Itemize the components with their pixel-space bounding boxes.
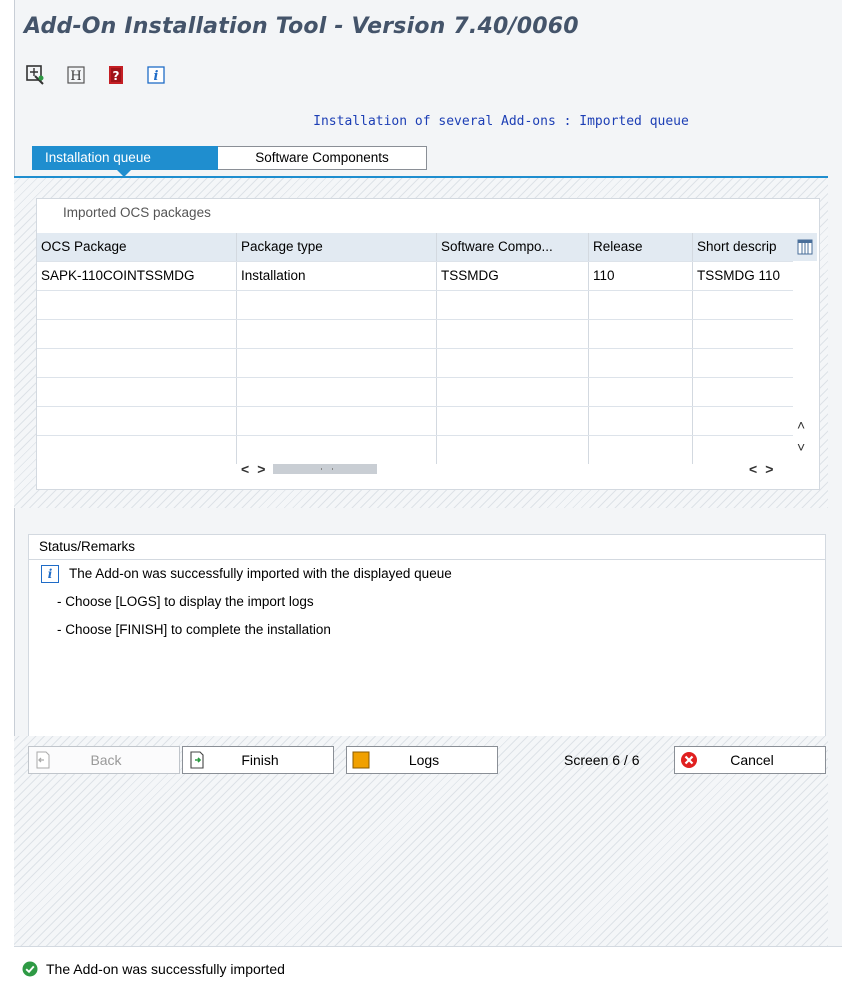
toolbar: H ? i [22, 60, 170, 90]
status-line: i The Add-on was successfully imported w… [29, 560, 825, 588]
status-text: The Add-on was successfully imported wit… [69, 566, 452, 581]
left-frame [0, 0, 14, 989]
table-header-row: OCS Package Package type Software Compo.… [37, 233, 793, 262]
column-header[interactable]: Release [589, 233, 693, 261]
svg-text:?: ? [113, 69, 120, 83]
info-icon[interactable]: i [142, 61, 170, 89]
cancel-icon [679, 750, 699, 770]
svg-text:H: H [70, 69, 81, 84]
column-header[interactable]: OCS Package [37, 233, 237, 261]
table-cell: SAPK-110COINTSSMDG [37, 262, 237, 290]
status-bar: The Add-on was successfully imported [14, 946, 842, 990]
status-remarks-panel: Status/Remarks i The Add-on was successf… [28, 534, 826, 738]
tab-software-components[interactable]: Software Components [218, 146, 427, 170]
help-book-icon[interactable]: ? [102, 61, 130, 89]
table-row-empty[interactable] [37, 291, 793, 320]
svg-text:i: i [154, 69, 159, 84]
status-line: - Choose [FINISH] to complete the instal… [57, 622, 331, 637]
table-row-empty[interactable] [37, 407, 793, 436]
status-panel-title: Status/Remarks [29, 535, 825, 560]
cancel-button[interactable]: Cancel [674, 746, 826, 774]
table-cell: Installation [237, 262, 437, 290]
info-icon: i [41, 565, 59, 583]
scroll-left-icon[interactable]: < [749, 461, 757, 477]
table-cell: TSSMDG [437, 262, 589, 290]
table-row-empty[interactable] [37, 436, 793, 464]
scroll-left-icon[interactable]: < [241, 461, 249, 477]
tab-strip: Installation queue Software Components [32, 146, 427, 177]
status-message: The Add-on was successfully imported [46, 960, 285, 977]
table-row-empty[interactable] [37, 349, 793, 378]
table-row[interactable]: SAPK-110COINTSSMDG Installation TSSMDG 1… [37, 262, 793, 291]
scroll-right-icon[interactable]: > [765, 461, 773, 477]
page-heading: Installation of several Add-ons : Import… [313, 114, 689, 129]
success-check-icon [22, 961, 38, 976]
status-line: - Choose [LOGS] to display the import lo… [57, 594, 314, 609]
window-title: Add-On Installation Tool - Version 7.40/… [24, 14, 579, 39]
imported-packages-group: Imported OCS packages OCS Package Packag… [36, 198, 820, 490]
tab-installation-queue[interactable]: Installation queue [32, 146, 218, 177]
column-header[interactable]: Package type [237, 233, 437, 261]
scroll-right-icon[interactable]: > [257, 461, 265, 477]
h-letter-icon[interactable]: H [62, 61, 90, 89]
back-arrow-icon [33, 750, 53, 770]
column-settings-icon[interactable] [793, 233, 817, 261]
logs-icon [351, 750, 371, 770]
table-cell: 110 [589, 262, 693, 290]
scroll-up-icon[interactable]: ˄ [797, 417, 805, 433]
group-title: Imported OCS packages [63, 205, 211, 220]
table-row-empty[interactable] [37, 378, 793, 407]
back-button[interactable]: Back [28, 746, 180, 774]
logs-button[interactable]: Logs [346, 746, 498, 774]
packages-table: OCS Package Package type Software Compo.… [37, 233, 793, 464]
scrollbar-thumb[interactable] [273, 464, 378, 474]
finish-button[interactable]: Finish [182, 746, 334, 774]
horizontal-scrollbar-left: < > [241, 461, 378, 477]
screen-indicator: Screen 6 / 6 [564, 752, 640, 768]
horizontal-scrollbar-right: < > [749, 461, 773, 477]
scroll-down-icon[interactable]: ˅ [797, 439, 805, 455]
table-row-empty[interactable] [37, 320, 793, 349]
navigation-icon[interactable] [22, 61, 50, 89]
finish-document-icon [187, 750, 207, 770]
table-cell: TSSMDG 110 [697, 268, 781, 283]
column-header[interactable]: Short descrip [693, 233, 793, 261]
column-header[interactable]: Software Compo... [437, 233, 589, 261]
